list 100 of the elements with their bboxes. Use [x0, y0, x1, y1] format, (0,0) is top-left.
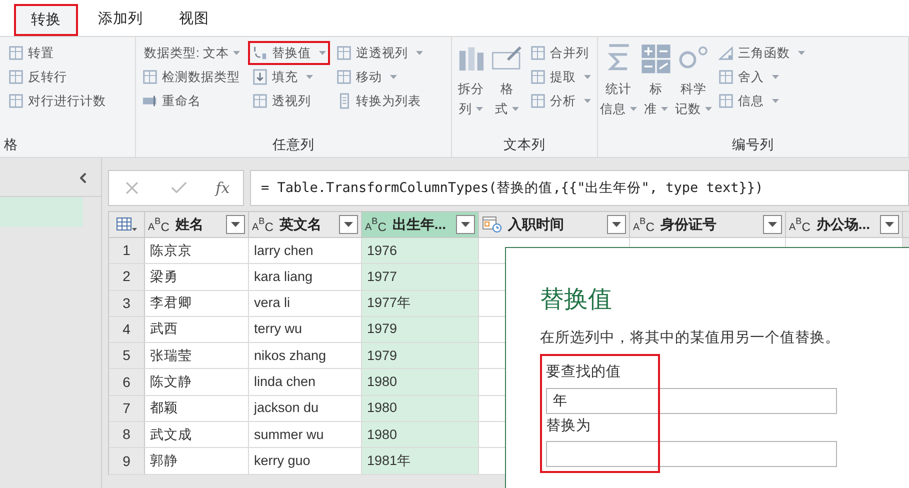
dropdown-icon: [885, 222, 894, 227]
table-cell: 李君卿: [145, 290, 249, 316]
ribbon-button[interactable]: 转换为列表: [332, 89, 425, 113]
ribbon-tab[interactable]: 转换: [14, 4, 78, 36]
ribbon-button[interactable]: 提取: [526, 65, 595, 89]
filter-button[interactable]: [456, 215, 475, 234]
grid-icon: [336, 69, 352, 85]
ribbon-large-button[interactable]: 统计 信息: [600, 41, 637, 119]
grid-icon: [8, 93, 24, 109]
ribbon-button[interactable]: 转置: [4, 41, 58, 65]
table-cell: 武西: [145, 316, 249, 342]
table-cell: terry wu: [249, 316, 362, 342]
field-label: 替换为: [546, 416, 592, 436]
table-cell: 梁勇: [145, 264, 249, 290]
ribbon-button[interactable]: 替换值: [248, 41, 330, 65]
ribbon-button[interactable]: 填充: [248, 65, 317, 89]
group-label: 文本列: [504, 136, 546, 154]
table-cell: nikos zhang: [249, 343, 362, 368]
caret-icon: [584, 99, 591, 103]
ribbon-button[interactable]: 检测数据类型: [138, 65, 244, 89]
caret-icon: [772, 75, 779, 79]
table-cell: larry chen: [249, 238, 362, 264]
ribbon-tab[interactable]: 视图: [163, 4, 225, 36]
ribbon-button[interactable]: 移动: [332, 65, 401, 89]
table-cell: 1979: [362, 343, 479, 368]
grid-icon: [8, 45, 24, 61]
button-label-line: 统计: [606, 81, 632, 98]
ribbon-large-button[interactable]: 格 式: [490, 41, 524, 119]
caret-icon: [798, 51, 805, 55]
table-cell: 1980: [362, 369, 479, 395]
table-cell: 武文成: [145, 422, 249, 448]
ribbon-button[interactable]: 对行进行计数: [4, 89, 110, 113]
table-cell: 陈京京: [145, 238, 249, 264]
caret-icon: [476, 107, 483, 111]
ribbon-button[interactable]: 逆透视列: [332, 41, 427, 65]
column-title: 入职时间: [508, 215, 565, 234]
table-cell: kerry guo: [249, 448, 362, 474]
grid-icon: [336, 45, 352, 61]
ribbon-button[interactable]: 三角函数: [714, 41, 809, 65]
formula-field[interactable]: = Table.TransformColumnTypes(替换的值,{{"出生年份", type text}}): [250, 170, 909, 206]
table-cell: 陈文静: [145, 369, 249, 395]
table-cell: kara liang: [249, 264, 362, 290]
ribbon-button[interactable]: 分析: [526, 89, 595, 113]
group-label: 格: [4, 136, 19, 154]
grid-icon: [530, 93, 546, 109]
filter-button[interactable]: [763, 215, 782, 234]
column-title: 身份证号: [660, 215, 718, 234]
ribbon-large-button[interactable]: 拆分 列: [454, 41, 488, 119]
text-field[interactable]: 年: [546, 388, 837, 414]
dropdown-icon: [461, 222, 470, 227]
filter-button[interactable]: [607, 215, 626, 234]
ribbon-button[interactable]: 透视列: [248, 89, 315, 113]
column-title: 出生年...: [392, 215, 448, 234]
caret-icon: [416, 51, 423, 55]
table-cell: linda chen: [249, 369, 362, 395]
caret-icon: [584, 75, 591, 79]
field-label: 要查找的值: [546, 362, 622, 382]
grid-icon: [252, 93, 268, 109]
button-label-line: 记数: [675, 99, 712, 119]
ribbon-large-button[interactable]: 标 准: [639, 41, 673, 119]
grid-icon: [530, 45, 546, 61]
filter-button[interactable]: [880, 215, 899, 234]
ribbon-button[interactable]: 重命名: [138, 89, 205, 113]
grid-icon: [8, 69, 24, 85]
column-title: 姓名: [175, 215, 204, 234]
dropdown-icon: [768, 222, 777, 227]
triangle-icon: [718, 45, 734, 61]
grid-icon: [530, 69, 546, 85]
data-type-dropdown[interactable]: 数据类型: 文本: [138, 41, 246, 65]
group-label: 编号列: [732, 136, 774, 154]
table-cell: 1981年: [362, 448, 479, 474]
table-icon: [116, 216, 138, 232]
ribbon-button[interactable]: 合并列: [526, 41, 593, 65]
caret-icon: [705, 107, 712, 111]
fx-button[interactable]: fx: [216, 176, 230, 200]
table-cell: 1980: [362, 396, 479, 422]
ribbon-tab[interactable]: 添加列: [82, 4, 159, 36]
table-cell: 都颖: [145, 396, 249, 422]
button-label-line: 标: [650, 81, 662, 98]
caret-icon: [661, 107, 668, 111]
ribbon-button[interactable]: 舍入: [714, 65, 783, 89]
dialog-title: 替换值: [540, 285, 612, 315]
ribbon-button[interactable]: 反转行: [4, 65, 71, 89]
table-cell: 1977年: [362, 290, 479, 316]
ribbon-button[interactable]: 信息: [714, 89, 783, 113]
table-cell: 1980: [362, 422, 479, 448]
column-title: 办公场...: [816, 215, 872, 234]
ribbon-large-button[interactable]: 科学 记数: [675, 41, 712, 119]
grid-icon: [718, 93, 734, 109]
group-label: 任意列: [272, 136, 314, 154]
caret-icon: [318, 51, 326, 55]
button-label-line: 拆分: [458, 81, 484, 98]
table-cell: 1979: [362, 316, 479, 342]
filter-button[interactable]: [226, 215, 245, 234]
table-cell: 张瑞莹: [145, 343, 249, 368]
table-cell: jackson du: [249, 396, 362, 422]
calendar-clock-icon: [482, 216, 502, 233]
text-field[interactable]: [546, 441, 837, 468]
filter-button[interactable]: [339, 215, 358, 234]
button-label-line: 式: [495, 99, 519, 119]
